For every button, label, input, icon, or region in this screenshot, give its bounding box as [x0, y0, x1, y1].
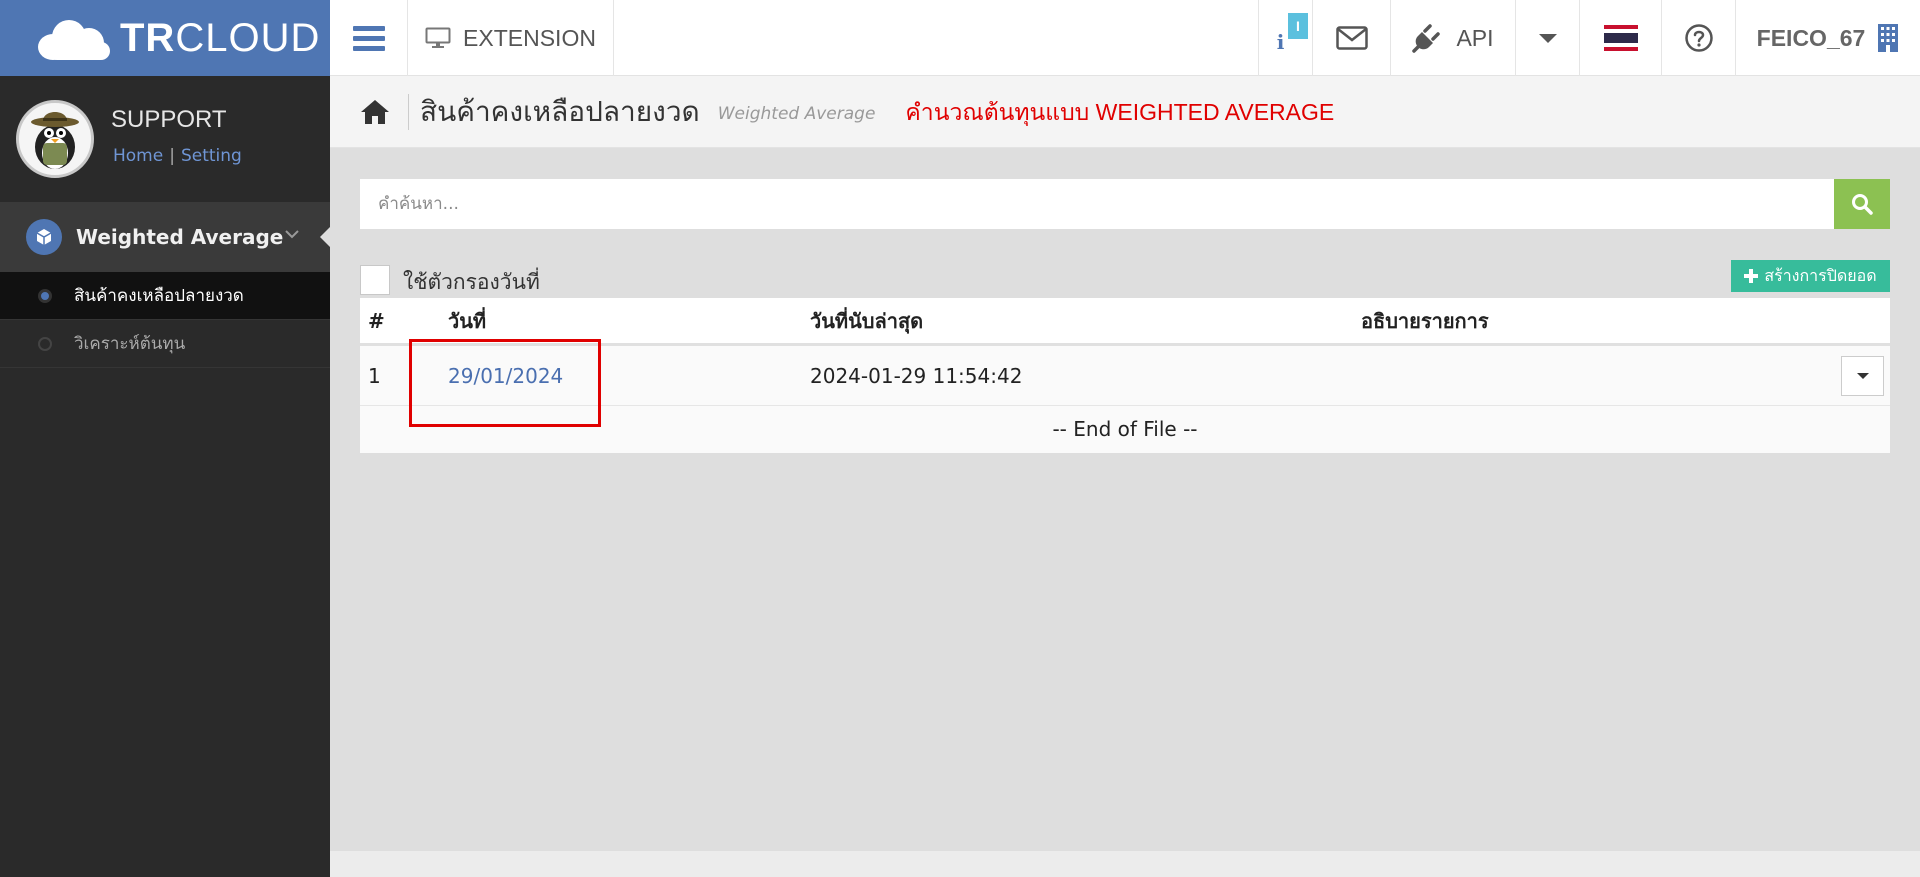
api-label: API: [1456, 24, 1494, 51]
home-icon[interactable]: [358, 97, 392, 127]
hamburger-icon: [352, 21, 385, 56]
extension-label: EXTENSION: [463, 24, 596, 51]
mail-button[interactable]: [1312, 0, 1390, 76]
plus-icon: [1744, 269, 1759, 283]
info-icon: i: [1276, 30, 1285, 54]
footer-band: [330, 851, 1920, 877]
user-menu-button[interactable]: FEICO_67: [1735, 0, 1920, 76]
thai-flag-icon: [1603, 25, 1638, 51]
annotation-highlight-box: [409, 339, 601, 427]
row-last-count: 2024-01-29 11:54:42: [810, 363, 1023, 388]
search-button[interactable]: [1834, 179, 1890, 229]
profile-links: Home | Setting: [113, 146, 242, 166]
notification-button[interactable]: i I: [1258, 0, 1312, 76]
setting-link[interactable]: Setting: [181, 146, 242, 166]
search-icon: [1852, 194, 1873, 215]
brand-name: TRCLOUD: [120, 15, 321, 60]
column-header-number: #: [368, 308, 385, 333]
chevron-down-icon: [284, 224, 300, 245]
cube-icon: [26, 219, 62, 255]
search-input[interactable]: [360, 179, 1834, 229]
question-circle-icon: [1684, 24, 1713, 52]
link-separator: |: [169, 146, 175, 166]
building-icon: [1878, 24, 1899, 52]
header-divider: [408, 93, 409, 130]
active-notch: [320, 227, 330, 247]
dropdown-toggle[interactable]: [1515, 0, 1579, 76]
column-header-last-count[interactable]: วันที่นับล่าสุด: [810, 305, 923, 337]
caret-down-icon: [1856, 373, 1869, 379]
monitor-icon: [425, 27, 451, 48]
menu-group-weighted-average[interactable]: Weighted Average: [0, 202, 330, 272]
notification-badge: I: [1288, 13, 1308, 39]
avatar[interactable]: [16, 100, 94, 178]
username-label: FEICO_67: [1756, 24, 1866, 51]
sidebar-item-label: วิเคราะห์ต้นทุน: [74, 334, 186, 354]
create-closing-button[interactable]: สร้างการปิดยอด: [1731, 260, 1890, 292]
help-button[interactable]: [1661, 0, 1735, 76]
row-number: 1: [368, 363, 381, 388]
menu-group-label: Weighted Average: [76, 225, 284, 249]
date-filter-label: ใช้ตัวกรองวันที่: [403, 270, 540, 294]
cloud-icon: [38, 16, 112, 60]
column-header-description: อธิบายรายการ: [1361, 308, 1489, 333]
page-header: สินค้าคงเหลือปลายงวด Weighted Average คำ…: [330, 76, 1920, 148]
page-title: สินค้าคงเหลือปลายงวด: [420, 94, 700, 128]
plug-icon: [1412, 24, 1441, 53]
column-header-date[interactable]: วันที่: [448, 305, 486, 337]
page-subtitle: Weighted Average: [717, 103, 876, 124]
sidebar: SUPPORT Home | Setting Weighted Average สิ…: [0, 76, 330, 877]
language-button[interactable]: [1579, 0, 1661, 76]
annotation-note: คำนวณต้นทุนแบบ WEIGHTED AVERAGE: [905, 98, 1335, 125]
sidebar-item-label: สินค้าคงเหลือปลายงวด: [74, 286, 244, 306]
row-actions-dropdown[interactable]: [1841, 356, 1884, 396]
create-button-label: สร้างการปิดยอด: [1764, 265, 1877, 285]
extension-button[interactable]: EXTENSION: [408, 0, 614, 76]
inactive-dot-icon: [38, 337, 52, 351]
caret-down-icon: [1538, 33, 1557, 43]
brand-logo[interactable]: TRCLOUD: [0, 0, 330, 76]
penguin-avatar-icon: [31, 112, 79, 169]
api-button[interactable]: API: [1390, 0, 1515, 76]
search-bar: [360, 179, 1834, 229]
home-link[interactable]: Home: [113, 146, 163, 166]
active-dot-icon: [38, 289, 52, 303]
menu-toggle-button[interactable]: [330, 0, 408, 76]
date-filter-checkbox[interactable]: [360, 265, 390, 295]
profile-panel: SUPPORT Home | Setting: [0, 76, 330, 202]
profile-name: SUPPORT: [111, 106, 227, 133]
top-navbar: TRCLOUD EXTENSION i I API FEICO_67: [0, 0, 1920, 76]
envelope-icon: [1335, 26, 1368, 50]
